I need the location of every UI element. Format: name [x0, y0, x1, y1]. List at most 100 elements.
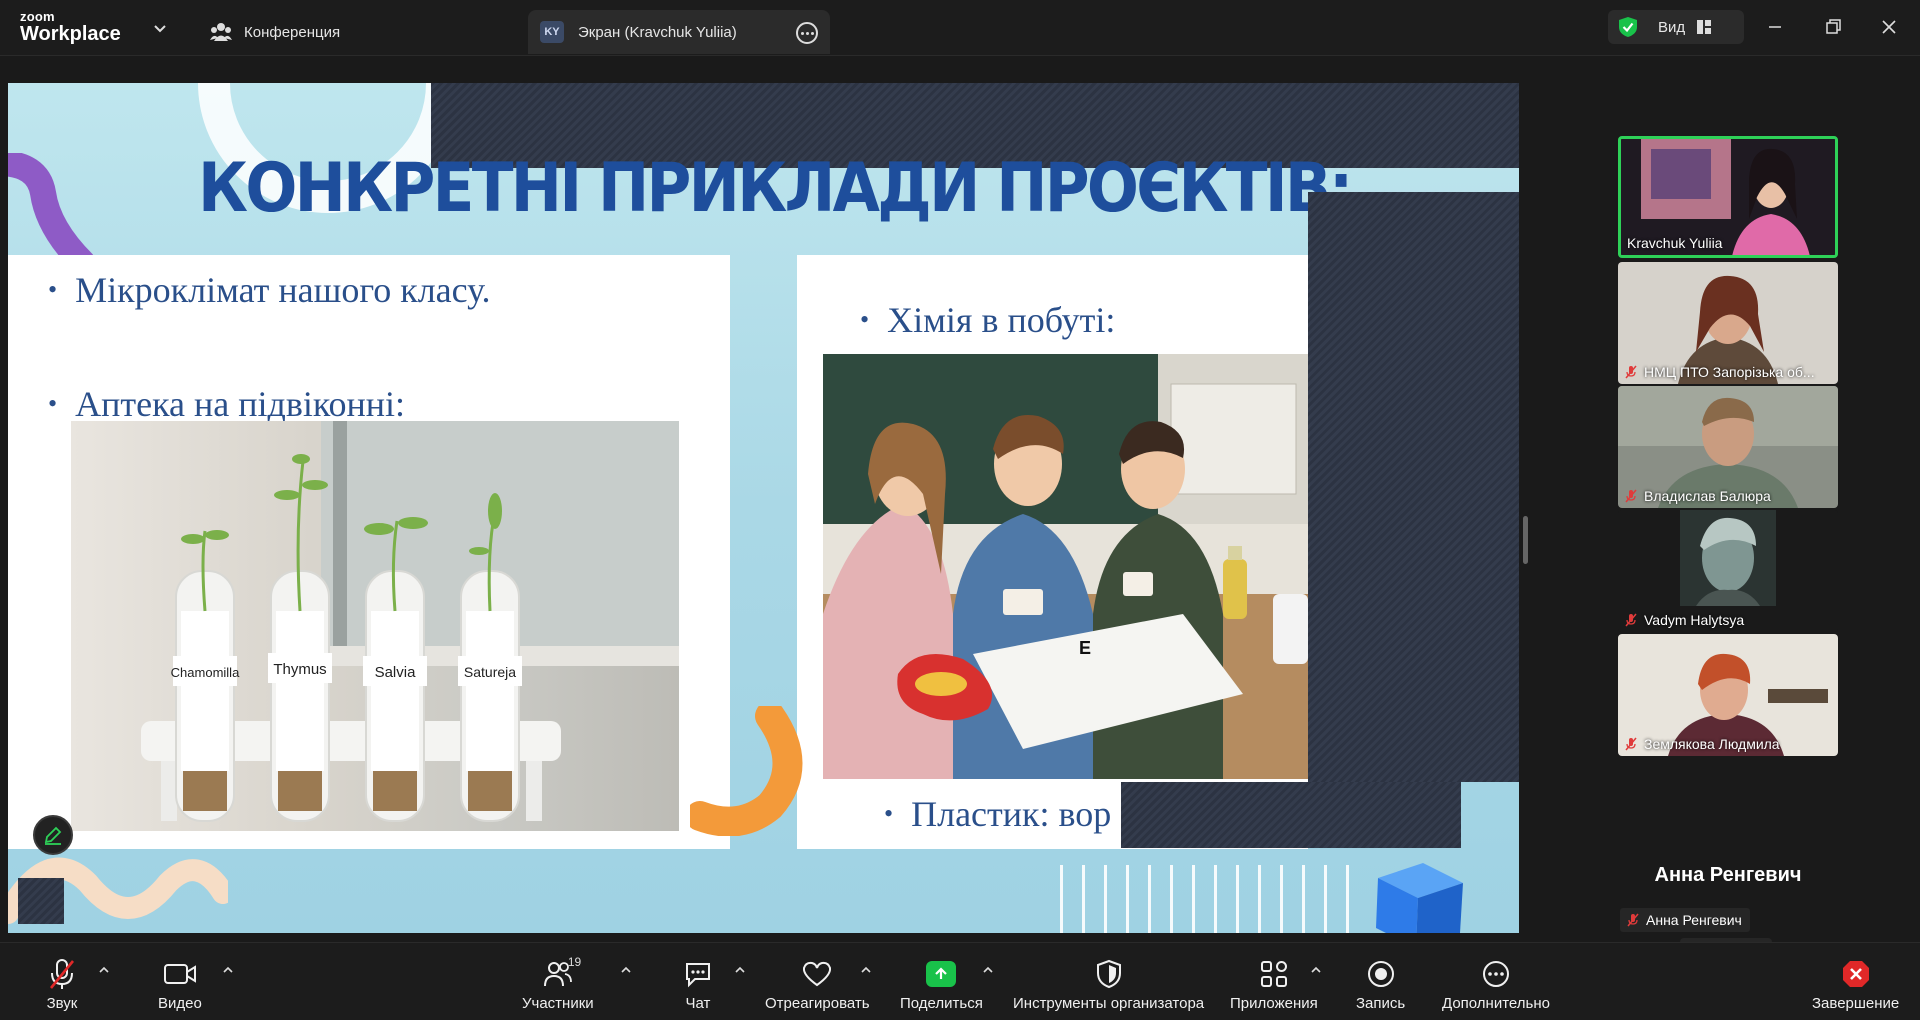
participants-count: 19: [567, 955, 582, 969]
speaker-name-large: Анна Ренгевич: [1654, 864, 1802, 886]
mic-muted-icon: [1625, 613, 1637, 627]
annotate-button[interactable]: [33, 815, 73, 855]
tab-screen-share[interactable]: KY Экран (Kravchuk Yuliia): [528, 10, 830, 54]
host-tools-button[interactable]: Инструменты организатора: [1013, 943, 1204, 1020]
participant-name-text: Vadym Halytsya: [1644, 612, 1745, 628]
apps-button[interactable]: Приложения: [1230, 943, 1318, 1020]
audio-label: Звук: [46, 995, 78, 1012]
meeting-toolbar: Звук Видео 19 Участники Чат Отреагироват…: [0, 942, 1920, 1020]
chevron-up-icon[interactable]: [98, 965, 110, 975]
mic-muted-icon: [1625, 365, 1637, 379]
chevron-up-icon[interactable]: [222, 965, 234, 975]
tube-label-3: Salvia: [375, 664, 417, 681]
stripe-overlay-corner: [18, 878, 64, 924]
react-label: Отреагировать: [765, 995, 870, 1012]
end-meeting-button[interactable]: Завершение: [1812, 943, 1899, 1020]
participant-tile[interactable]: НМЦ ПТО Запорізька об...: [1618, 262, 1838, 384]
pencil-icon: [44, 826, 62, 845]
end-meeting-icon: [1838, 957, 1874, 991]
tab-screen-label: Экран (Kravchuk Yuliia): [578, 23, 737, 41]
logo-big-text: Workplace: [20, 23, 121, 45]
participant-tile[interactable]: Землякова Людмила: [1618, 634, 1838, 756]
vertical-lines-decoration: [1060, 865, 1360, 933]
share-screen-button[interactable]: Поделиться: [900, 943, 983, 1020]
orange-arc-decoration: [690, 706, 803, 836]
participant-name-text: НМЦ ПТО Запорізька об...: [1644, 364, 1815, 380]
participant-name-text: Владислав Балюра: [1644, 488, 1771, 504]
bullet-text: Аптека на підвіконні:: [75, 384, 406, 424]
tab-conference[interactable]: Конференция: [210, 10, 340, 54]
more-options-icon[interactable]: [796, 22, 818, 44]
tube-label-4: Satureja: [464, 664, 516, 680]
chevron-up-icon[interactable]: [620, 965, 632, 975]
restore-icon[interactable]: [1822, 16, 1844, 38]
sheet-letter: E: [1079, 638, 1091, 658]
participant-name-text: Kravchuk Yuliia: [1627, 235, 1723, 251]
tube-label-2: Thymus: [273, 661, 326, 678]
view-button[interactable]: Вид: [1608, 10, 1744, 44]
meeting-main-area: КОНКРЕТНІ ПРИКЛАДИ ПРОЄКТІВ: • Мікрокліма…: [0, 56, 1920, 974]
bullet-microclimate: • Мікроклімат нашого класу.: [48, 270, 491, 310]
students-illustration: E: [823, 354, 1308, 779]
share-label: Поделиться: [900, 995, 983, 1012]
participant-name: Vadym Halytsya: [1624, 612, 1744, 628]
apps-label: Приложения: [1230, 995, 1318, 1012]
participant-tile[interactable]: Kravchuk Yuliia: [1618, 136, 1838, 258]
zoom-workplace-logo: zoom Workplace: [20, 10, 121, 44]
more-label: Дополнительно: [1442, 995, 1550, 1012]
participant-name: Землякова Людмила: [1624, 736, 1780, 752]
slide-title: КОНКРЕТНІ ПРИКЛАДИ ПРОЄКТІВ:: [198, 149, 1353, 228]
chevron-down-icon[interactable]: [150, 18, 170, 38]
participant-name: Владислав Балюра: [1624, 488, 1771, 504]
end-label: Завершение: [1812, 995, 1900, 1012]
view-label: Вид: [1658, 18, 1686, 36]
react-button[interactable]: Отреагировать: [765, 943, 870, 1020]
more-dots-icon: [1478, 957, 1514, 991]
participant-tile[interactable]: Владислав Балюра: [1618, 386, 1838, 508]
more-button[interactable]: Дополнительно: [1442, 943, 1550, 1020]
close-icon[interactable]: [1878, 16, 1900, 38]
participant-name: Kravchuk Yuliia: [1627, 235, 1722, 251]
ky-avatar-badge: KY: [540, 21, 564, 43]
host-tools-label: Инструменты организатора: [1013, 995, 1205, 1012]
mic-muted-icon: [1625, 489, 1637, 503]
test-tube-illustration: Chamomilla Thymus Salvia Satureja: [141, 421, 679, 822]
participants-button[interactable]: 19 Участники: [522, 943, 594, 1020]
minimize-icon[interactable]: [1764, 16, 1786, 38]
chat-label: Чат: [685, 995, 711, 1012]
mic-muted-icon: [1625, 737, 1637, 751]
video-label: Видео: [158, 995, 202, 1012]
participant-tile[interactable]: Vadym Halytsya: [1618, 510, 1838, 632]
video-button[interactable]: Видео: [158, 943, 202, 1020]
heart-icon: [799, 957, 835, 991]
chat-button[interactable]: Чат: [680, 943, 716, 1020]
chevron-up-icon[interactable]: [1310, 965, 1322, 975]
participant-name-text: Землякова Людмила: [1644, 736, 1780, 752]
audio-button[interactable]: Звук: [44, 943, 80, 1020]
speaker-name-tag: Анна Ренгевич: [1620, 908, 1750, 932]
bullet-text: Пластик: вор: [911, 794, 1112, 834]
apps-icon: [1256, 957, 1292, 991]
share-screen-icon: [923, 957, 959, 991]
bullet-text: Мікроклімат нашого класу.: [75, 270, 491, 310]
panel-resize-handle[interactable]: [1523, 516, 1528, 564]
tab-conference-label: Конференция: [244, 23, 341, 41]
participants-icon: 19: [540, 955, 581, 991]
chat-bubble-icon: [680, 957, 716, 991]
test-tube-2: [270, 454, 330, 822]
speaker-name-tag-text: Анна Ренгевич: [1646, 912, 1742, 928]
grid-layout-icon: [1697, 20, 1712, 34]
bullet-text: Хімія в побуті:: [887, 300, 1116, 340]
bullet-chemistry: • Хімія в побуті:: [860, 300, 1116, 340]
tube-label-1: Chamomilla: [171, 665, 240, 680]
record-button[interactable]: Запись: [1356, 943, 1405, 1020]
people-icon: [210, 23, 232, 41]
shield-icon: [1091, 957, 1127, 991]
video-camera-icon: [162, 957, 198, 991]
chevron-up-icon[interactable]: [982, 965, 994, 975]
chevron-up-icon[interactable]: [734, 965, 746, 975]
chevron-up-icon[interactable]: [860, 965, 872, 975]
mic-muted-icon: [1627, 913, 1639, 927]
bullet-plastic: • Пластик: вор: [884, 794, 1112, 834]
shared-slide: КОНКРЕТНІ ПРИКЛАДИ ПРОЄКТІВ: • Мікрокліма…: [8, 83, 1519, 933]
